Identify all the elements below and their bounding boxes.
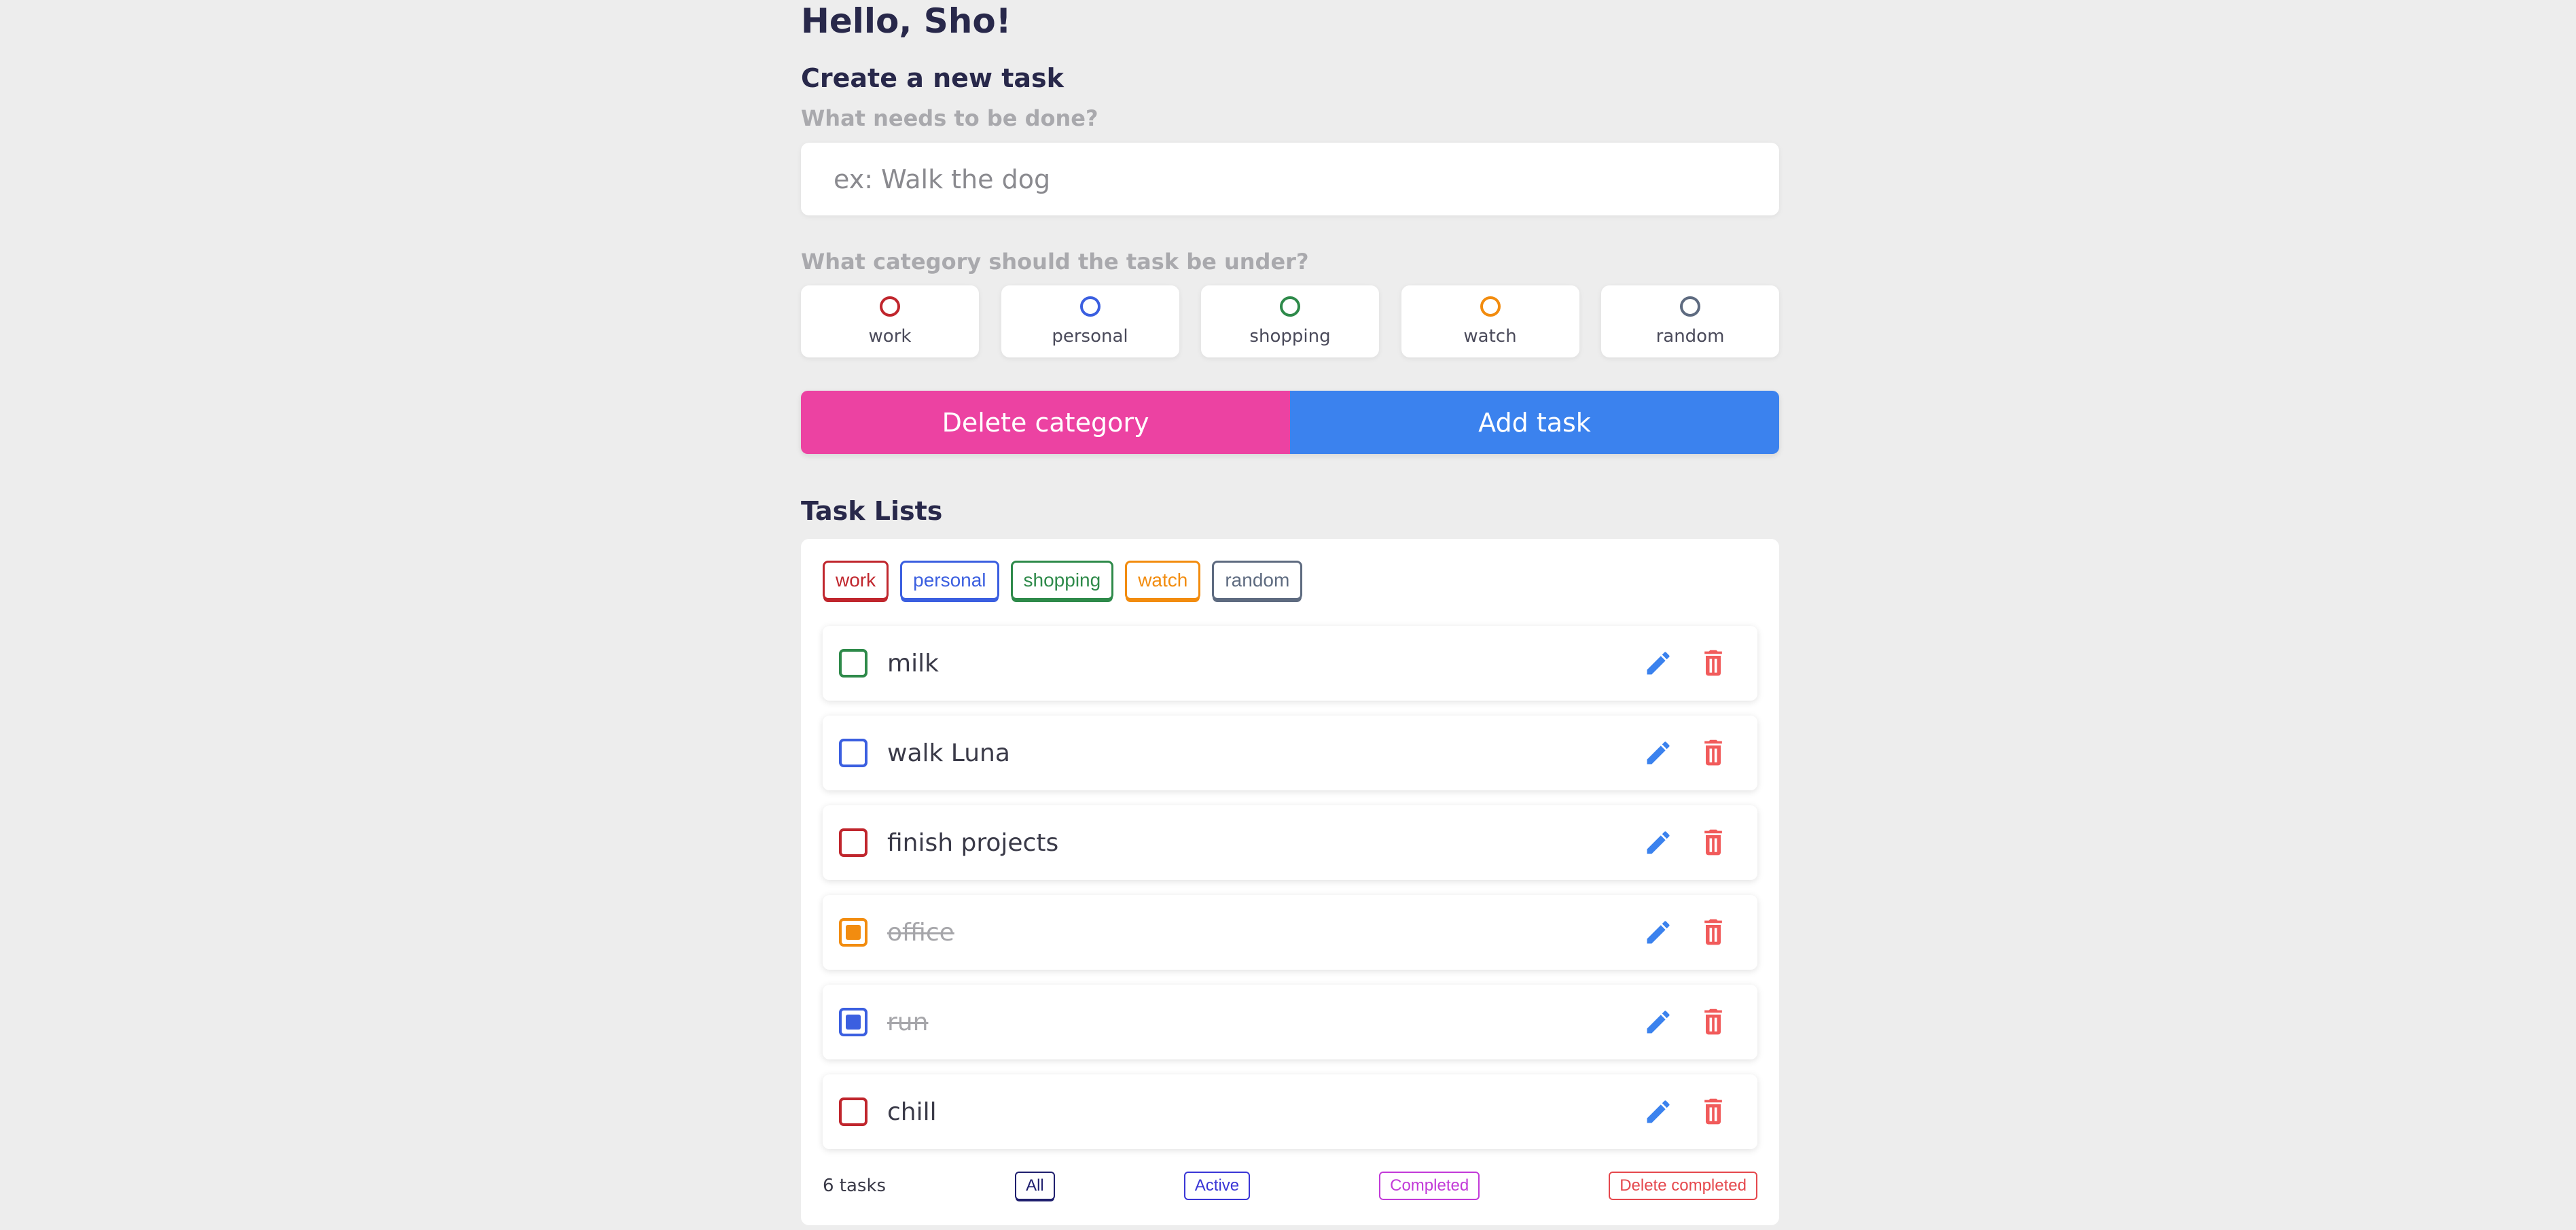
pencil-icon[interactable]	[1643, 648, 1673, 678]
radio-icon[interactable]	[1680, 296, 1700, 317]
task-checkbox[interactable]	[839, 649, 867, 678]
task-checkbox[interactable]	[839, 918, 867, 947]
task-list-footer: 6 tasks All Active Completed Delete comp…	[823, 1170, 1757, 1202]
category-option-label: work	[868, 326, 912, 347]
delete-completed-button[interactable]: Delete completed	[1609, 1172, 1757, 1200]
tag-work[interactable]: work	[823, 561, 889, 600]
trash-icon[interactable]	[1698, 738, 1728, 768]
task-lists-heading: Task Lists	[801, 496, 943, 526]
checkbox-fill	[846, 745, 861, 760]
task-checkbox[interactable]	[839, 1008, 867, 1036]
category-label: What category should the task be under?	[801, 249, 1309, 275]
category-filter-tags: work personal shopping watch random	[823, 561, 1303, 600]
task-item: run	[823, 985, 1757, 1059]
category-option-shopping[interactable]: shopping	[1201, 285, 1379, 357]
pencil-icon[interactable]	[1643, 738, 1673, 768]
task-list-panel: work personal shopping watch random milk…	[801, 539, 1779, 1225]
create-task-heading: Create a new task	[801, 63, 1064, 93]
category-option-watch[interactable]: watch	[1401, 285, 1579, 357]
trash-icon[interactable]	[1698, 1007, 1728, 1037]
task-text: finish projects	[887, 828, 1059, 857]
trash-icon[interactable]	[1698, 1097, 1728, 1127]
checkbox-fill	[846, 1015, 861, 1030]
category-option-work[interactable]: work	[801, 285, 979, 357]
pencil-icon[interactable]	[1643, 1097, 1673, 1127]
tag-random[interactable]: random	[1212, 561, 1303, 600]
delete-category-button[interactable]: Delete category	[801, 391, 1290, 454]
task-checkbox[interactable]	[839, 1097, 867, 1126]
task-text: milk	[887, 649, 939, 678]
tag-personal[interactable]: personal	[900, 561, 999, 600]
task-item: office	[823, 895, 1757, 970]
category-option-personal[interactable]: personal	[1001, 285, 1179, 357]
radio-icon[interactable]	[880, 296, 900, 317]
pencil-icon[interactable]	[1643, 828, 1673, 858]
radio-icon[interactable]	[1079, 296, 1101, 317]
checkbox-fill	[846, 925, 861, 940]
task-input[interactable]	[801, 143, 1779, 215]
task-text: walk Luna	[887, 739, 1010, 767]
category-option-label: personal	[1052, 326, 1128, 347]
category-option-label: shopping	[1249, 326, 1331, 347]
pencil-icon[interactable]	[1643, 917, 1673, 947]
greeting-heading: Hello, Sho!	[801, 1, 1012, 41]
task-checkbox[interactable]	[839, 739, 867, 767]
checkbox-fill	[846, 835, 861, 850]
task-item: chill	[823, 1074, 1757, 1149]
pencil-icon[interactable]	[1643, 1007, 1673, 1037]
radio-icon[interactable]	[1480, 296, 1501, 317]
tag-shopping[interactable]: shopping	[1010, 561, 1114, 600]
task-item: finish projects	[823, 805, 1757, 880]
task-checkbox[interactable]	[839, 828, 867, 857]
filter-all-button[interactable]: All	[1015, 1172, 1055, 1200]
radio-icon[interactable]	[1280, 296, 1300, 317]
category-option-label: random	[1656, 326, 1725, 347]
task-list: milk walk Luna finish projects office ru…	[823, 626, 1757, 1164]
category-options: work personal shopping watch random	[801, 285, 1779, 357]
checkbox-fill	[846, 656, 861, 671]
trash-icon[interactable]	[1698, 828, 1728, 858]
action-buttons: Delete category Add task	[801, 391, 1779, 454]
filter-active-button[interactable]: Active	[1183, 1172, 1251, 1200]
category-option-random[interactable]: random	[1601, 285, 1779, 357]
task-count: 6 tasks	[823, 1176, 887, 1196]
task-text: chill	[887, 1097, 937, 1126]
task-text: office	[887, 918, 954, 947]
category-option-label: watch	[1463, 326, 1517, 347]
add-task-button[interactable]: Add task	[1290, 391, 1779, 454]
task-input-label: What needs to be done?	[801, 105, 1098, 131]
checkbox-fill	[846, 1104, 861, 1119]
task-text: run	[887, 1008, 929, 1036]
trash-icon[interactable]	[1698, 648, 1728, 678]
trash-icon[interactable]	[1698, 917, 1728, 947]
task-item: walk Luna	[823, 716, 1757, 790]
tag-watch[interactable]: watch	[1125, 561, 1201, 600]
filter-completed-button[interactable]: Completed	[1379, 1172, 1480, 1200]
task-item: milk	[823, 626, 1757, 701]
